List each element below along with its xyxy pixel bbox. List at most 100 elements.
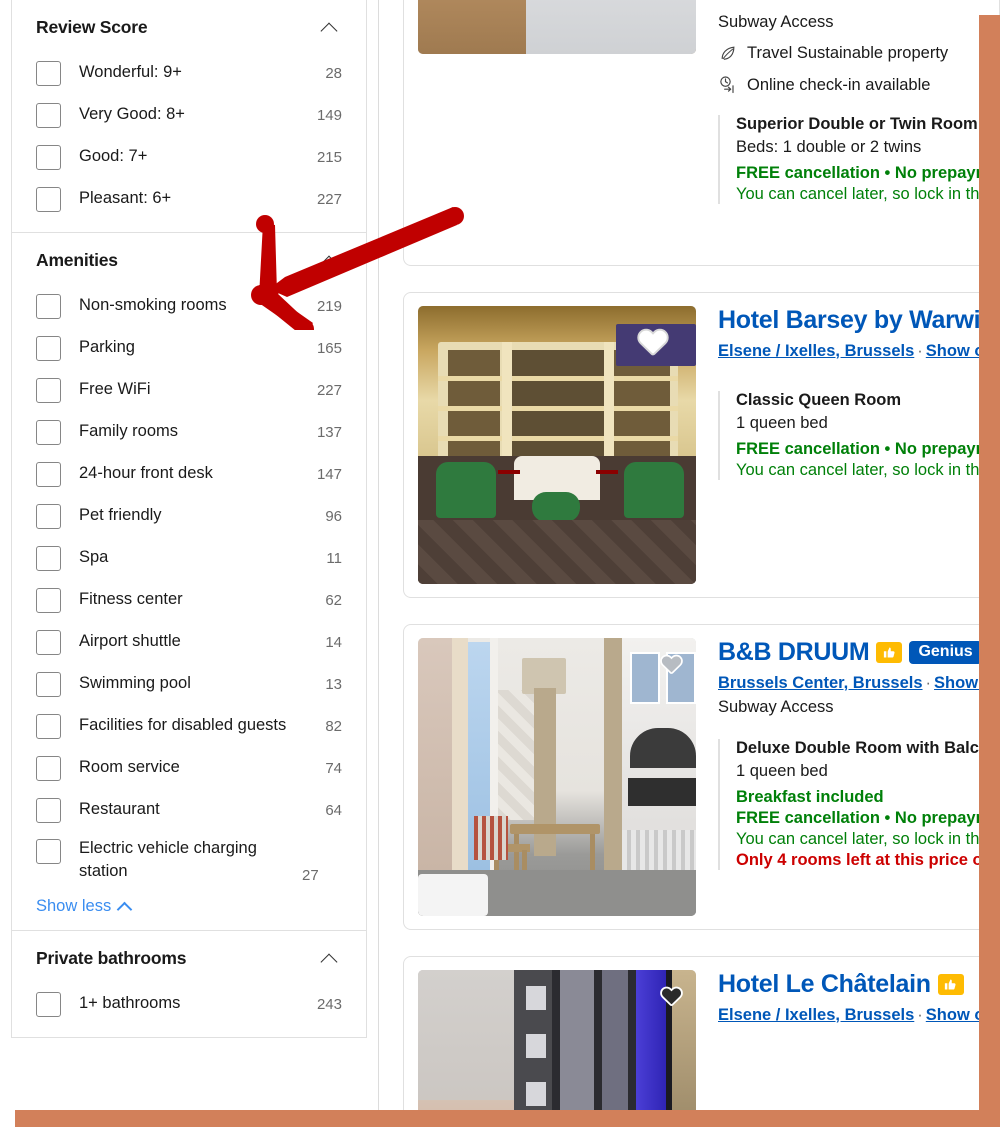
- filter-option-label: Free WiFi: [79, 380, 151, 399]
- filter-option-airport-shuttle[interactable]: Airport shuttle 14: [12, 621, 366, 663]
- hotel-photo-wrapper[interactable]: [418, 638, 696, 916]
- separator-dot: ·: [917, 341, 923, 360]
- library-lounge-photo: [418, 306, 696, 584]
- hotel-name-link[interactable]: Hotel Barsey by Warwick: [718, 306, 999, 335]
- rooms-left-warning: Only 4 rooms left at this price on our s…: [736, 850, 999, 869]
- checkbox[interactable]: [36, 377, 61, 403]
- checkbox[interactable]: [36, 587, 61, 613]
- filter-option-facilities-for-disabled-guests[interactable]: Facilities for disabled guests 82: [12, 705, 366, 747]
- filter-group-header[interactable]: Private bathrooms: [12, 931, 366, 983]
- clock-arrow-icon: [718, 75, 738, 95]
- thumbs-up-icon: [876, 641, 903, 663]
- hotel-card[interactable]: Hotel Le Châtelain Elsene / Ixelles, Bru…: [403, 956, 1000, 1127]
- hotel-name-link[interactable]: B&B DRUUM Genius: [718, 638, 985, 667]
- filter-option-very-good-8[interactable]: Very Good: 8+ 149: [12, 94, 366, 136]
- checkbox[interactable]: [36, 461, 61, 487]
- location-link[interactable]: Brussels Center, Brussels: [718, 674, 923, 692]
- chevron-up-icon[interactable]: [320, 21, 342, 35]
- checkbox[interactable]: [36, 419, 61, 445]
- filter-option-label: Airport shuttle: [79, 632, 181, 651]
- filter-option-count: 74: [325, 759, 342, 777]
- genius-badge: Genius: [909, 640, 982, 665]
- filter-option-label: Good: 7+: [79, 147, 148, 166]
- cancellation-subtext: You can cancel later, so lock in this gr…: [736, 185, 999, 203]
- filter-option-pet-friendly[interactable]: Pet friendly 96: [12, 495, 366, 537]
- filter-option-count: 27: [302, 867, 319, 884]
- filter-group-title: Private bathrooms: [36, 948, 187, 968]
- checkbox[interactable]: [36, 991, 61, 1017]
- room-offer-box: Superior Double or Twin Room Beds: 1 dou…: [718, 115, 999, 204]
- filter-option-count: 82: [325, 717, 342, 735]
- filter-option-24-hour-front-desk[interactable]: 24-hour front desk 147: [12, 453, 366, 495]
- screenshot-root: Review Score Wonderful: 9+ 28 Very Good:…: [0, 0, 1000, 1127]
- feature-online-checkin: Online check-in available: [718, 75, 985, 95]
- filter-option-count: 11: [326, 549, 342, 567]
- filter-option-wonderful-9[interactable]: Wonderful: 9+ 28: [12, 52, 366, 94]
- hotel-name-text: Hotel Le Châtelain: [718, 970, 931, 998]
- hotel-room-photo: [418, 0, 696, 54]
- room-offer-box: Classic Queen Room 1 queen bed FREE canc…: [718, 390, 999, 480]
- room-beds: Beds: 1 double or 2 twins: [736, 138, 922, 156]
- filter-group-header[interactable]: Review Score: [12, 0, 366, 52]
- chevron-up-icon[interactable]: [320, 952, 342, 966]
- checkbox[interactable]: [36, 671, 61, 697]
- cancellation-subtext: You can cancel later, so lock in this gr…: [736, 460, 999, 479]
- filter-option-count: 62: [325, 591, 342, 609]
- filter-group-amenities: Amenities Non-smoking rooms 219 Parking …: [11, 233, 367, 931]
- favorite-heart-icon[interactable]: [656, 648, 686, 678]
- room-beds: 1 queen bed: [736, 413, 828, 432]
- checkbox[interactable]: [36, 503, 61, 529]
- chevron-up-icon: [118, 901, 133, 912]
- favorite-heart-icon[interactable]: [656, 980, 686, 1010]
- checkbox[interactable]: [36, 335, 61, 361]
- breakfast-included-label: Breakfast included: [736, 787, 884, 806]
- filter-option-swimming-pool[interactable]: Swimming pool 13: [12, 663, 366, 705]
- checkbox[interactable]: [36, 293, 61, 319]
- hotel-photo-wrapper[interactable]: [418, 0, 696, 204]
- location-link[interactable]: Elsene / Ixelles, Brussels: [718, 1006, 914, 1024]
- checkbox[interactable]: [36, 797, 61, 823]
- filter-option-count: 64: [325, 801, 342, 819]
- subway-access-label: Subway Access: [718, 13, 834, 31]
- filter-option-free-wifi[interactable]: Free WiFi 227: [12, 369, 366, 411]
- checkbox[interactable]: [36, 755, 61, 781]
- filter-group-title: Amenities: [36, 250, 118, 270]
- checkbox[interactable]: [36, 629, 61, 655]
- filter-option-1-plus-bathrooms[interactable]: 1+ bathrooms 243: [12, 983, 366, 1025]
- checkbox[interactable]: [36, 839, 61, 864]
- filter-option-family-rooms[interactable]: Family rooms 137: [12, 411, 366, 453]
- checkbox[interactable]: [36, 60, 61, 86]
- hotel-details: Hotel Le Châtelain Elsene / Ixelles, Bru…: [696, 970, 999, 1127]
- hotel-photo-wrapper[interactable]: [418, 306, 696, 584]
- checkbox[interactable]: [36, 144, 61, 170]
- hotel-name-text: B&B DRUUM: [718, 638, 870, 666]
- filter-option-room-service[interactable]: Room service 74: [12, 747, 366, 789]
- checkbox[interactable]: [36, 102, 61, 128]
- location-link[interactable]: Elsene / Ixelles, Brussels: [718, 342, 914, 360]
- filter-option-label: Facilities for disabled guests: [79, 716, 287, 735]
- filter-option-electric-vehicle-charging-station[interactable]: Electric vehicle charging station 27: [12, 831, 366, 889]
- hotel-card[interactable]: B&B DRUUM Genius Brussels Center, Brusse…: [403, 624, 1000, 930]
- checkbox[interactable]: [36, 713, 61, 739]
- filter-option-label: Room service: [79, 758, 180, 777]
- filter-option-spa[interactable]: Spa 11: [12, 537, 366, 579]
- filter-option-label: Restaurant: [79, 800, 160, 819]
- hotel-location-line: Elsene / Ixelles, Brussels·Show on map: [718, 341, 999, 361]
- hotel-card[interactable]: Subway Access Travel Sustainable propert…: [403, 0, 1000, 266]
- hotel-name-link[interactable]: Hotel Le Châtelain: [718, 970, 985, 999]
- hotel-card[interactable]: Hotel Barsey by Warwick Elsene / Ixelles…: [403, 292, 1000, 598]
- feature-travel-sustainable: Travel Sustainable property: [718, 43, 985, 63]
- filter-option-count: 243: [316, 995, 342, 1013]
- filter-option-count: 13: [325, 675, 342, 693]
- room-title: Superior Double or Twin Room: [736, 115, 978, 133]
- filter-option-good-7[interactable]: Good: 7+ 215: [12, 136, 366, 178]
- checkbox[interactable]: [36, 186, 61, 212]
- hotel-photo-wrapper[interactable]: [418, 970, 696, 1127]
- filter-option-restaurant[interactable]: Restaurant 64: [12, 789, 366, 831]
- cancellation-subtext: You can cancel later, so lock in this gr…: [736, 829, 999, 848]
- show-less-button[interactable]: Show less: [12, 889, 366, 918]
- filter-option-parking[interactable]: Parking 165: [12, 327, 366, 369]
- filter-option-fitness-center[interactable]: Fitness center 62: [12, 579, 366, 621]
- checkbox[interactable]: [36, 545, 61, 571]
- filter-option-label: Pet friendly: [79, 506, 162, 525]
